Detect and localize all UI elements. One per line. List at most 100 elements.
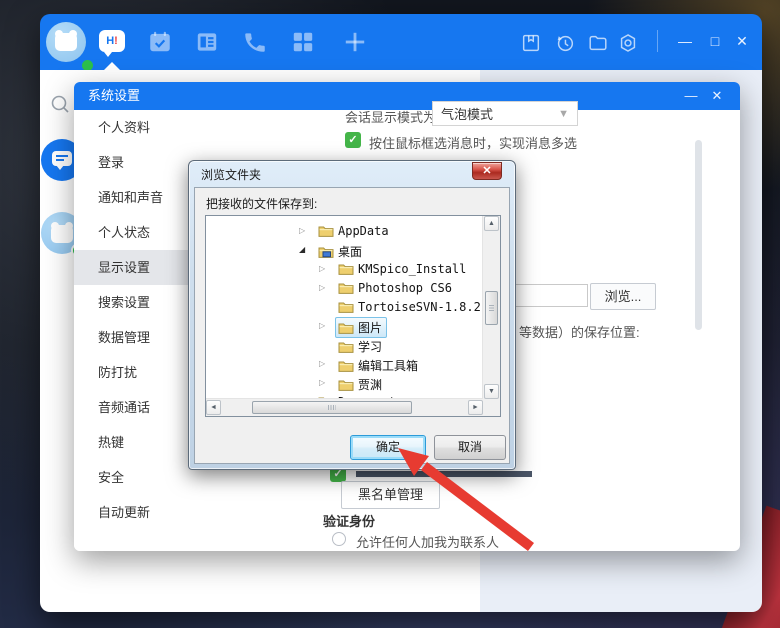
verify-option-radio[interactable] bbox=[332, 532, 346, 546]
tree-vertical-scrollbar[interactable]: ▲ ▼ bbox=[482, 216, 500, 399]
tree-item[interactable]: ◢ 桌面 bbox=[207, 241, 483, 260]
user-avatar[interactable] bbox=[46, 22, 95, 73]
news-icon bbox=[197, 33, 217, 51]
tree-node[interactable]: 贾渊 bbox=[335, 374, 387, 395]
display-mode-label: 会话显示模式为 bbox=[345, 110, 437, 125]
close-window-button[interactable]: ✕ bbox=[730, 28, 754, 54]
folder-folder-icon bbox=[338, 378, 354, 392]
settings-button[interactable] bbox=[617, 32, 639, 54]
cancel-button[interactable]: 取消 bbox=[434, 435, 506, 460]
browse-close-button[interactable]: ✕ bbox=[472, 162, 502, 180]
tree-item-label: TortoiseSVN-1.8.2.24708 bbox=[358, 300, 483, 314]
tab-feed[interactable] bbox=[194, 29, 220, 55]
folder-folder-icon bbox=[338, 300, 354, 314]
folder-folder-icon bbox=[338, 340, 354, 354]
scroll-up-button[interactable]: ▲ bbox=[484, 216, 499, 231]
browse-button[interactable]: 浏览... bbox=[590, 283, 656, 310]
settings-sidebar-item[interactable]: 热键 bbox=[74, 425, 205, 460]
tree-expand-icon[interactable]: ▷ bbox=[319, 378, 325, 387]
tree-node-selected[interactable]: 图片 bbox=[335, 317, 388, 338]
tree-node[interactable]: 学习 bbox=[335, 336, 387, 357]
settings-sidebar-item[interactable]: 音频通话 bbox=[74, 390, 205, 425]
search-icon[interactable] bbox=[48, 92, 72, 116]
tree-item[interactable]: ▷ KMSpico_Install bbox=[207, 260, 483, 279]
tree-expand-icon[interactable]: ▷ bbox=[319, 359, 325, 368]
folder-folder-icon bbox=[338, 321, 354, 335]
tree-item[interactable]: ▷ AppData bbox=[207, 222, 483, 241]
tree-item[interactable]: ▷ 贾渊 bbox=[207, 374, 483, 393]
horizontal-scroll-thumb[interactable] bbox=[252, 401, 412, 414]
tree-item[interactable]: ▷ 编辑工具箱 bbox=[207, 355, 483, 374]
settings-sidebar-item[interactable]: 自动更新 bbox=[74, 495, 205, 530]
collections-button[interactable] bbox=[520, 32, 542, 54]
tree-collapse-icon[interactable]: ◢ bbox=[299, 245, 305, 254]
folder-folder-icon bbox=[338, 281, 354, 295]
maximize-window-button[interactable]: □ bbox=[703, 28, 727, 54]
tab-calendar[interactable] bbox=[147, 29, 173, 55]
tree-expand-icon[interactable]: ▷ bbox=[319, 321, 325, 330]
display-mode-dropdown[interactable]: 气泡模式 ▼ bbox=[432, 101, 578, 126]
settings-minimize-button[interactable]: — bbox=[680, 82, 702, 110]
settings-sidebar-item[interactable]: 数据管理 bbox=[74, 320, 205, 355]
save-location-text: 等数据）的保存位置: bbox=[519, 325, 640, 340]
tree-expand-icon[interactable]: ▷ bbox=[319, 264, 325, 273]
settings-sidebar-item[interactable]: 通知和声音 bbox=[74, 180, 205, 215]
tree-node[interactable]: AppData bbox=[315, 222, 394, 240]
clipped-text bbox=[356, 471, 430, 477]
settings-dialog-titlebar[interactable]: 系统设置 — ✕ bbox=[74, 82, 740, 110]
tree-item[interactable]: ▷ 图片 bbox=[207, 317, 483, 338]
tree-item-label: AppData bbox=[338, 224, 389, 238]
tree-item[interactable]: TortoiseSVN-1.8.2.24708 bbox=[207, 298, 483, 317]
settings-sidebar-item[interactable]: 登录 bbox=[74, 145, 205, 180]
tree-item-label: 编辑工具箱 bbox=[358, 359, 419, 373]
scroll-right-button[interactable]: ► bbox=[468, 400, 483, 415]
app-topbar: H! — □ ✕ bbox=[40, 14, 762, 73]
chevron-down-icon: ▼ bbox=[558, 108, 569, 120]
tree-item[interactable]: 学习 bbox=[207, 336, 483, 355]
settings-sidebar-item[interactable]: 显示设置 bbox=[74, 250, 205, 285]
tree-item-label: 贾渊 bbox=[358, 378, 383, 392]
folder-folder-icon bbox=[338, 262, 354, 276]
tree-horizontal-scrollbar[interactable]: ◄ ► bbox=[206, 398, 483, 416]
settings-close-button[interactable]: ✕ bbox=[706, 82, 728, 110]
tree-node[interactable]: 编辑工具箱 bbox=[335, 355, 423, 376]
tab-add[interactable] bbox=[342, 29, 368, 55]
tree-node[interactable]: KMSpico_Install bbox=[335, 260, 471, 278]
tree-item-label: KMSpico_Install bbox=[358, 262, 467, 276]
scroll-down-button[interactable]: ▼ bbox=[484, 384, 499, 399]
settings-scrollbar-thumb[interactable] bbox=[695, 140, 702, 330]
settings-sidebar-item[interactable]: 个人资料 bbox=[74, 110, 205, 145]
browse-prompt: 把接收的文件保存到: bbox=[206, 197, 318, 211]
ok-button[interactable]: 确定 bbox=[350, 435, 426, 460]
hi-logo bbox=[51, 222, 73, 243]
tab-messages[interactable]: H! bbox=[99, 29, 125, 57]
scrollbar-corner bbox=[483, 399, 500, 416]
settings-dialog-title: 系统设置 bbox=[88, 88, 141, 103]
tree-expand-icon[interactable]: ▷ bbox=[319, 283, 325, 292]
tree-node[interactable]: TortoiseSVN-1.8.2.24708 bbox=[335, 298, 483, 316]
tree-node[interactable]: Photoshop CS6 bbox=[335, 279, 457, 297]
display-mode-value: 气泡模式 bbox=[441, 107, 494, 122]
settings-sidebar-item[interactable]: 搜索设置 bbox=[74, 285, 205, 320]
multiselect-checkbox-label: 按住鼠标框选消息时，实现消息多选 bbox=[369, 136, 578, 151]
multiselect-checkbox[interactable]: ✓ bbox=[345, 132, 361, 148]
tree-expand-icon[interactable]: ▷ bbox=[299, 226, 305, 235]
tree-item[interactable]: ▷ Photoshop CS6 bbox=[207, 279, 483, 298]
minimize-window-button[interactable]: — bbox=[673, 28, 697, 54]
blacklist-manage-button[interactable]: 黑名单管理 bbox=[341, 481, 440, 509]
plus-icon bbox=[345, 32, 365, 52]
tab-apps[interactable] bbox=[290, 29, 316, 55]
scroll-left-button[interactable]: ◄ bbox=[206, 400, 221, 415]
tab-calls[interactable] bbox=[242, 29, 268, 55]
tree-item-label: 图片 bbox=[358, 321, 383, 335]
settings-sidebar-item[interactable]: 防打扰 bbox=[74, 355, 205, 390]
history-button[interactable] bbox=[554, 32, 576, 54]
clipped-text bbox=[436, 471, 532, 477]
tree-node[interactable]: 桌面 bbox=[315, 241, 367, 262]
files-button[interactable] bbox=[587, 32, 609, 54]
settings-sidebar-item[interactable]: 个人状态 bbox=[74, 215, 205, 250]
settings-sidebar-item[interactable]: 安全 bbox=[74, 460, 205, 495]
folder-tree: ▷ AppData ◢ 桌面 ▷ KMSpico_Install ▷ Photoshop CS… bbox=[205, 215, 501, 417]
gear-icon bbox=[620, 34, 636, 52]
vertical-scroll-thumb[interactable] bbox=[485, 291, 498, 325]
